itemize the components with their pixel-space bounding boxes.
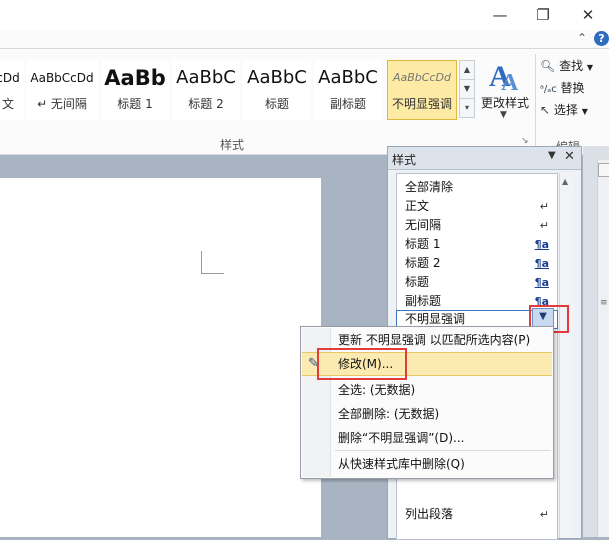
gallery-style-title[interactable]: AaBbC 标题: [243, 60, 311, 120]
gallery-style-heading2[interactable]: AaBbC 标题 2: [172, 60, 240, 120]
document-scrollbar[interactable]: ≡: [597, 160, 609, 537]
svg-text:A: A: [501, 70, 519, 92]
help-icon[interactable]: ?: [594, 31, 609, 46]
paragraph-mark-icon: ↵: [539, 219, 549, 232]
gallery-name: 标题 2: [188, 97, 224, 111]
gallery-name: ↵ 无间隔: [37, 97, 87, 111]
styles-pane-title: 样式: [392, 153, 417, 167]
styles-group-label: 样式: [220, 138, 245, 152]
gallery-style-subtitle[interactable]: AaBbC 副标题: [314, 60, 382, 120]
cursor-icon: ↖: [540, 103, 551, 117]
gallery-sample: AaBbCcDd: [30, 71, 94, 85]
menu-item-label: 全选: (无数据): [338, 383, 416, 397]
gallery-scroll-down-button[interactable]: ▼: [459, 79, 475, 99]
replace-icon: ᵃ/ₐc: [540, 84, 557, 95]
style-item-label: 无间隔: [405, 218, 442, 232]
restore-button[interactable]: ❐: [523, 2, 563, 28]
gallery-sample: cDd: [0, 71, 20, 85]
style-item-title[interactable]: 标题 ¶a: [397, 273, 557, 292]
menu-separator: [335, 450, 551, 451]
collapse-ribbon-icon[interactable]: ⌃: [574, 31, 590, 47]
gallery-style-heading1[interactable]: AaBb 标题 1: [101, 60, 169, 120]
style-item-label: 列出段落: [405, 507, 454, 521]
gallery-name: 不明显强调: [391, 97, 452, 111]
style-item-heading2[interactable]: 标题 2 ¶a: [397, 254, 557, 273]
paragraph-mark-icon: ↵: [539, 508, 549, 521]
paragraph-mark-icon: ↵: [539, 200, 549, 213]
gallery-sample: AaBb: [104, 66, 166, 90]
gallery-name: 标题 1: [117, 97, 153, 111]
linked-style-icon: ¶a: [534, 276, 549, 289]
change-styles-label: 更改样式: [480, 96, 529, 110]
style-item-list-paragraph[interactable]: 列出段落 ↵: [397, 505, 557, 524]
gallery-sample: AaBbC: [176, 67, 236, 88]
ruler-toggle-icon[interactable]: [598, 163, 609, 177]
styles-pane-scrollbar[interactable]: ▲: [559, 173, 574, 538]
gallery-style-normal[interactable]: cDd 文: [0, 60, 24, 120]
menu-item-label: 从快速样式库中删除(Q): [338, 457, 465, 471]
close-window-button[interactable]: ✕: [568, 2, 608, 28]
select-button[interactable]: ↖ 选择 ▼: [540, 100, 588, 120]
group-divider: [535, 54, 536, 150]
gallery-sample: AaBbC: [318, 67, 378, 88]
menu-item-delete-style[interactable]: 删除“不明显强调”(D)...: [302, 427, 552, 449]
replace-button[interactable]: ᵃ/ₐc 替换: [540, 78, 585, 98]
style-item-label: 标题 2: [405, 256, 441, 270]
document-page[interactable]: [0, 178, 321, 537]
gallery-scroll-up-button[interactable]: ▲: [459, 60, 475, 80]
style-item-label: 全部清除: [405, 180, 454, 194]
pane-close-icon[interactable]: ✕: [564, 149, 575, 164]
find-label: 查找: [559, 59, 584, 73]
minimize-button[interactable]: —: [480, 2, 520, 28]
change-styles-icon: A A: [489, 60, 519, 92]
style-item-clear-all[interactable]: 全部清除: [397, 178, 557, 197]
style-item-normal[interactable]: 正文 ↵: [397, 197, 557, 216]
gallery-sample: AaBbCcDd: [393, 71, 451, 84]
gallery-style-subtle-emphasis[interactable]: AaBbCcDd 不明显强调: [387, 60, 457, 120]
find-button[interactable]: 🔍︎ 查找 ▼: [540, 56, 593, 76]
gallery-style-no-spacing[interactable]: AaBbCcDd ↵ 无间隔: [26, 60, 98, 120]
style-item-no-spacing[interactable]: 无间隔 ↵: [397, 216, 557, 235]
gallery-name: 标题: [264, 97, 289, 111]
gallery-sample: AaBbC: [247, 67, 307, 88]
margin-corner-mark: [201, 251, 224, 274]
menu-item-label: 全部删除: (无数据): [338, 407, 440, 421]
menu-item-label: 删除“不明显强调”(D)...: [338, 431, 465, 445]
pane-options-icon[interactable]: ▼: [548, 150, 556, 161]
linked-style-icon: ¶a: [534, 257, 549, 270]
style-item-label: 标题 1: [405, 237, 441, 251]
ribbon-tab-divider: [0, 48, 609, 49]
styles-dialog-launcher-icon[interactable]: ↘: [521, 136, 529, 146]
linked-style-icon: ¶a: [534, 238, 549, 251]
annotation-highlight-box: [317, 348, 407, 380]
gallery-name: 文: [1, 97, 14, 111]
replace-label: 替换: [560, 81, 585, 95]
style-item-label: 标题: [405, 275, 430, 289]
select-label: 选择: [553, 103, 578, 117]
style-item-label: 正文: [405, 199, 430, 213]
title-bar: — ❐ ✕: [0, 0, 609, 30]
style-item-heading1[interactable]: 标题 1 ¶a: [397, 235, 557, 254]
style-item-label: 副标题: [405, 294, 442, 308]
menu-item-delete-all[interactable]: 全部删除: (无数据): [302, 403, 552, 425]
gallery-more-button[interactable]: ▾: [459, 98, 475, 118]
chevron-down-icon: ▼: [500, 110, 507, 120]
styles-pane-header: 样式 ▼ ✕: [388, 147, 581, 170]
menu-item-remove-from-gallery[interactable]: 从快速样式库中删除(Q): [302, 453, 552, 475]
gallery-name: 副标题: [329, 97, 366, 111]
scroll-up-icon[interactable]: ▲: [562, 177, 568, 186]
menu-item-select-all[interactable]: 全选: (无数据): [302, 379, 552, 401]
binoculars-icon: 🔍︎: [540, 59, 556, 73]
change-styles-button[interactable]: A A 更改样式 ▼: [478, 56, 532, 130]
scroll-grip-icon: ≡: [600, 298, 608, 308]
